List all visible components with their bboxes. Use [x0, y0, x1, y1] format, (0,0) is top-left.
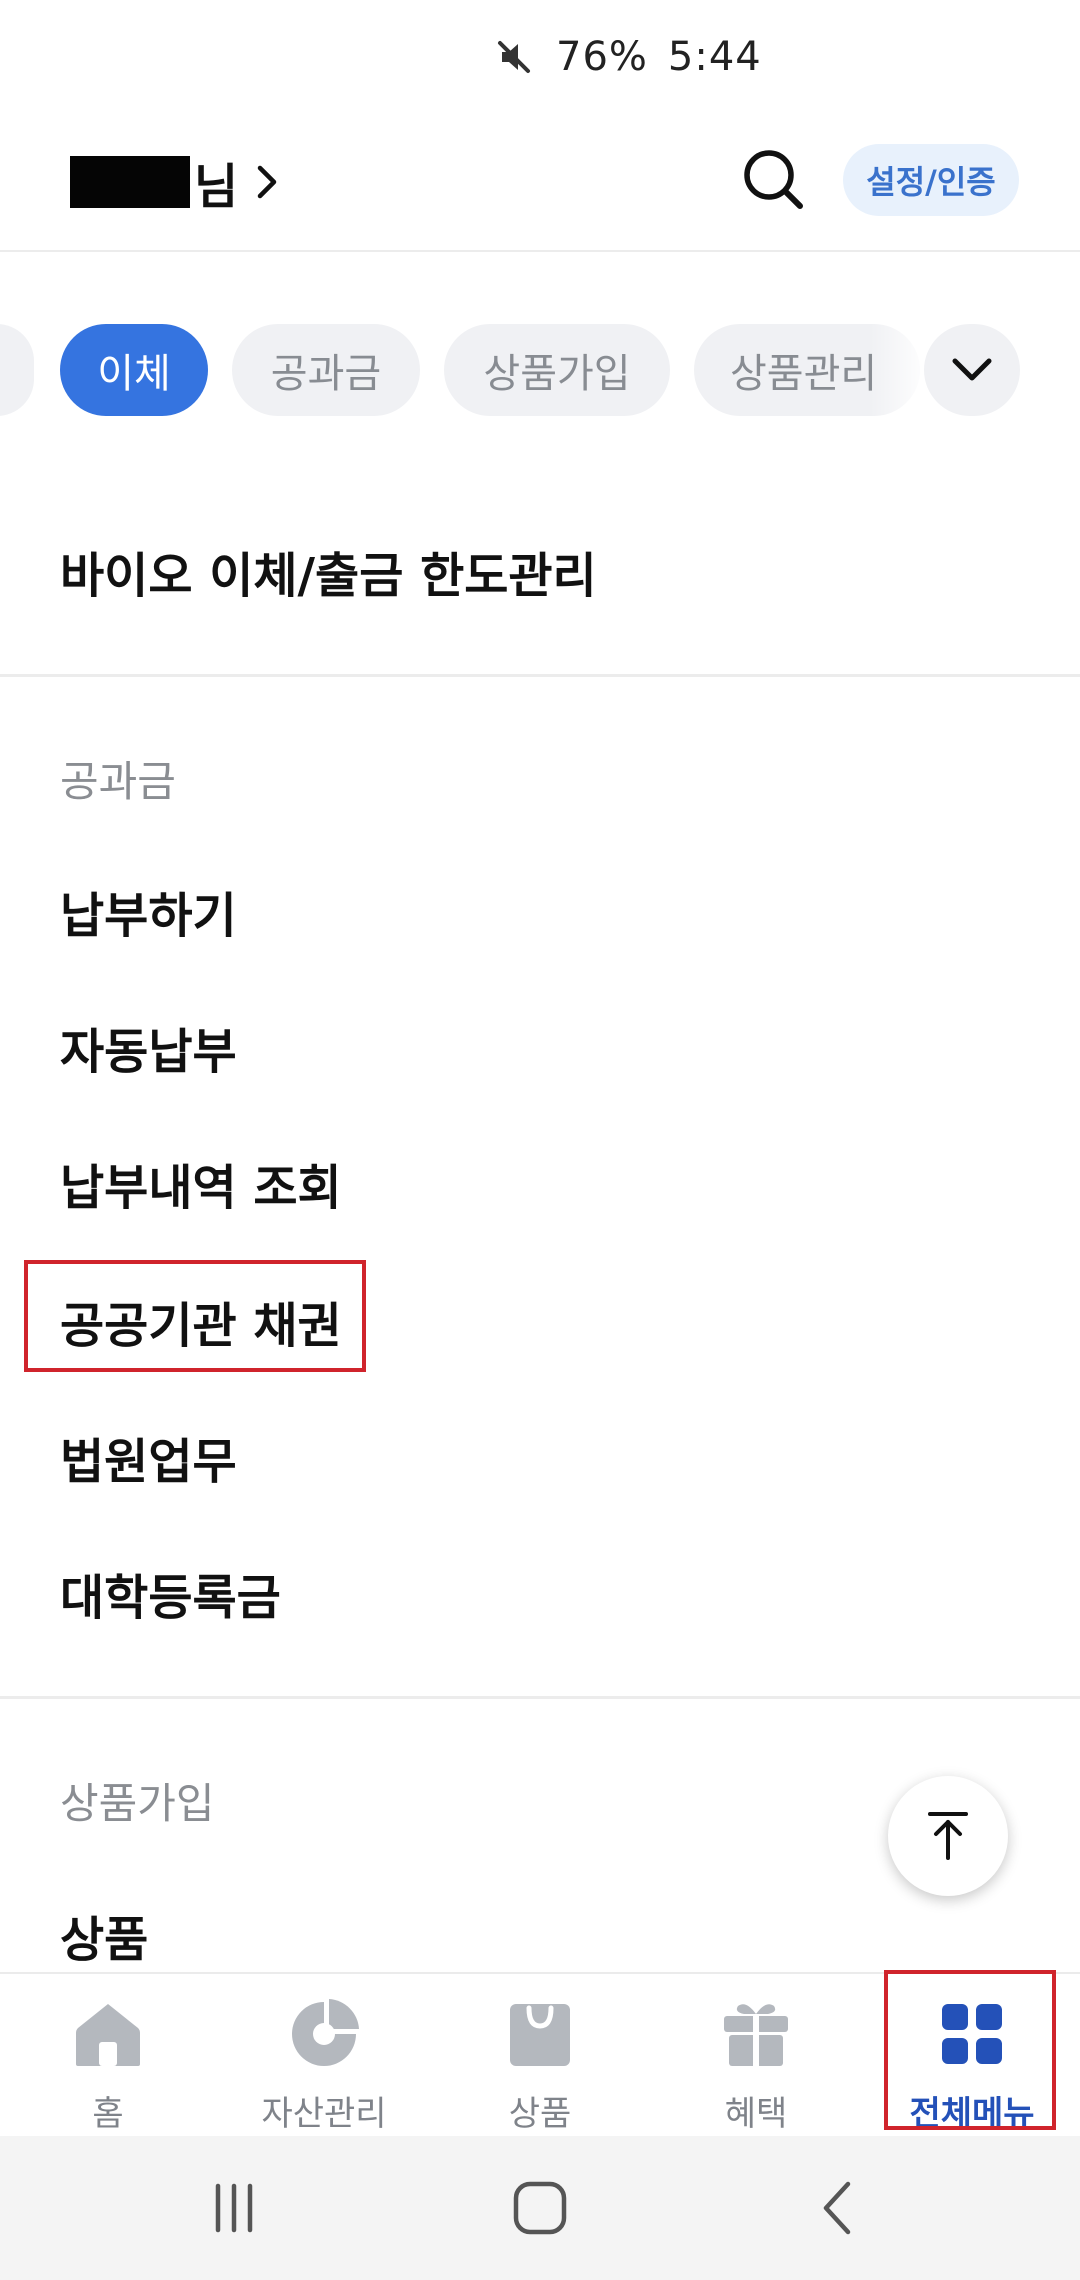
tab-product-join[interactable]: 상품가입 — [444, 324, 670, 416]
shopping-bag-icon — [510, 2004, 570, 2066]
clock: 5:44 — [667, 34, 762, 80]
search-icon — [744, 150, 803, 209]
nav-highlight-box — [884, 1970, 1056, 2130]
gift-icon — [724, 2004, 788, 2066]
chevron-right-icon — [257, 165, 277, 199]
section-divider — [0, 674, 1080, 677]
menu-item-bio-transfer-limit[interactable]: 바이오 이체/출금 한도관리 — [60, 536, 597, 606]
nav-benefits[interactable]: 혜택 — [648, 1974, 864, 2138]
menu-item-auto-pay[interactable]: 자동납부 — [60, 1012, 237, 1082]
section-title-utility: 공과금 — [60, 757, 176, 806]
settings-auth-button[interactable]: 설정/인증 — [843, 144, 1019, 216]
clipped-menu-item: · · · · — [110, 438, 330, 458]
nav-products[interactable]: 상품 — [432, 1974, 648, 2138]
menu-item-payment-history[interactable]: 납부내역 조회 — [60, 1148, 342, 1218]
menu-item-court-affairs[interactable]: 법원업무 — [60, 1422, 237, 1492]
scroll-to-top-button[interactable] — [888, 1776, 1008, 1896]
mute-icon — [498, 41, 530, 73]
section-title-product-join: 상품가입 — [60, 1779, 215, 1828]
recent-apps-icon[interactable] — [204, 2178, 264, 2238]
redacted-user-name — [70, 156, 190, 208]
tab-expand-button[interactable] — [924, 324, 1020, 416]
back-icon[interactable] — [810, 2178, 870, 2238]
search-button[interactable] — [738, 144, 808, 214]
header: 님 설정/인증 — [0, 120, 1080, 252]
user-profile-link[interactable]: 님 — [70, 150, 282, 215]
tab-fade-overlay — [870, 318, 930, 418]
nav-label-asset-management: 자산관리 — [261, 2094, 387, 2134]
menu-item-pay[interactable]: 납부하기 — [60, 876, 237, 946]
menu-item-products[interactable]: 상품 — [60, 1900, 148, 1970]
system-navigation-bar — [0, 2136, 1080, 2280]
nav-home[interactable]: 홈 — [0, 1974, 216, 2138]
battery-percentage: 76% — [556, 34, 648, 80]
nav-asset-management[interactable]: 자산관리 — [216, 1974, 432, 2138]
category-tab-bar: 이체 공과금 상품가입 상품관리 — [0, 318, 1080, 418]
menu-item-tuition[interactable]: 대학등록금 — [60, 1558, 281, 1628]
tab-utility[interactable]: 공과금 — [232, 324, 420, 416]
nav-label-benefits: 혜택 — [724, 2094, 788, 2134]
highlight-box — [24, 1260, 366, 1372]
tab-previous[interactable] — [0, 324, 34, 416]
tab-transfer[interactable]: 이체 — [60, 324, 208, 416]
pie-chart-icon — [292, 1999, 359, 2066]
section-divider — [0, 1696, 1080, 1699]
home-icon — [76, 2004, 140, 2066]
user-suffix: 님 — [194, 159, 239, 215]
home-button-icon[interactable] — [510, 2178, 570, 2238]
nav-label-products: 상품 — [508, 2094, 572, 2134]
chevron-down-icon — [952, 358, 992, 381]
arrow-up-icon — [928, 1812, 968, 1860]
nav-label-home: 홈 — [92, 2094, 124, 2134]
status-bar: 76% 5:44 — [0, 0, 1080, 120]
